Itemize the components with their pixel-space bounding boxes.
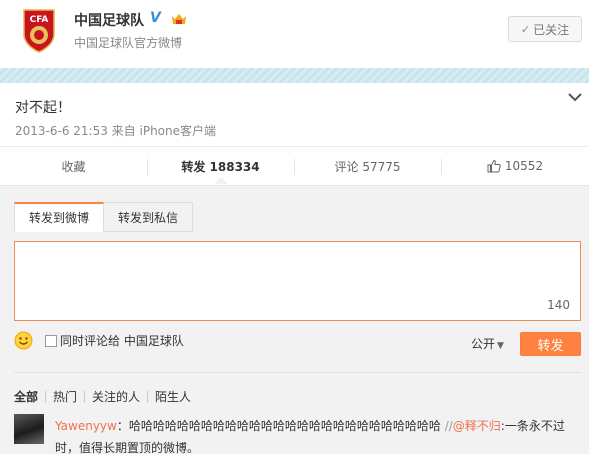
post-text: 对不起！ [15,100,71,116]
favorite-button[interactable]: 收藏 [0,147,147,185]
repost-item: Yawenyyw：哈哈哈哈哈哈哈哈哈哈哈哈哈哈哈哈哈哈哈哈哈哈哈哈哈哈 //@释… [55,415,583,454]
comment-button[interactable]: 评论 57775 [294,147,441,185]
repost-text: ：哈哈哈哈哈哈哈哈哈哈哈哈哈哈哈哈哈哈哈哈哈哈哈哈哈哈 [116,419,441,433]
chevron-down-icon[interactable] [567,90,583,104]
repost-mention[interactable]: @释不归 [453,419,501,433]
filter-strangers[interactable]: 陌生人 [148,388,198,405]
like-button[interactable]: 10552 [441,147,589,185]
repost-submit-button[interactable]: 转发 [520,332,581,356]
followed-button[interactable]: ✓ 已关注 [508,16,582,42]
repost-separator: // [440,419,453,433]
verified-icon[interactable]: V [150,10,161,26]
avatar[interactable] [14,414,44,444]
profile-divider-band [0,68,589,83]
tab-repost-to-message[interactable]: 转发到私信 [104,202,194,232]
account-header: CFA 中国足球队 V 中国足球队官方微博 ✓ 已关注 [0,0,589,68]
repost-panel: 转发到微博 转发到私信 140 同时评论给 中国足球队 公开 ▼ 转发 全部 热门… [0,186,589,454]
tab-repost-to-weibo[interactable]: 转发到微博 [14,202,105,232]
account-name[interactable]: 中国足球队 [74,10,144,30]
active-tab-caret [214,177,228,184]
logo-text: CFA [30,15,49,25]
visibility-dropdown[interactable]: 公开 ▼ [471,335,504,352]
like-count: 10552 [504,159,544,173]
also-comment-checkbox[interactable] [45,335,57,347]
smiley-icon[interactable] [14,331,33,350]
account-subtitle: 中国足球队官方微博 [74,36,183,50]
also-comment-label[interactable]: 同时评论给 中国足球队 [60,332,184,349]
visibility-label: 公开 [471,337,496,351]
followed-label: 已关注 [533,22,570,37]
repost-target-tabs: 转发到微博 转发到私信 [14,202,194,232]
repost-filters: 全部 热门 关注的人 陌生人 [14,388,198,405]
repost-textarea[interactable]: 140 [14,241,581,321]
thumbs-up-icon [487,159,501,173]
repost-username[interactable]: Yawenyyw [55,419,117,433]
filter-following[interactable]: 关注的人 [85,388,147,405]
caret-down-icon: ▼ [497,341,504,351]
check-icon: ✓ [520,22,531,36]
char-counter: 140 [547,298,570,312]
filter-hot[interactable]: 热门 [46,388,84,405]
post-action-bar: 收藏 转发 188334 评论 57775 10552 [0,146,589,186]
cfa-logo[interactable]: CFA [22,8,56,54]
filter-all[interactable]: 全部 [14,388,45,405]
member-crown-icon[interactable] [170,11,188,27]
post-meta[interactable]: 2013-6-6 21:53 来自 iPhone客户端 [15,122,216,139]
divider [14,372,581,373]
